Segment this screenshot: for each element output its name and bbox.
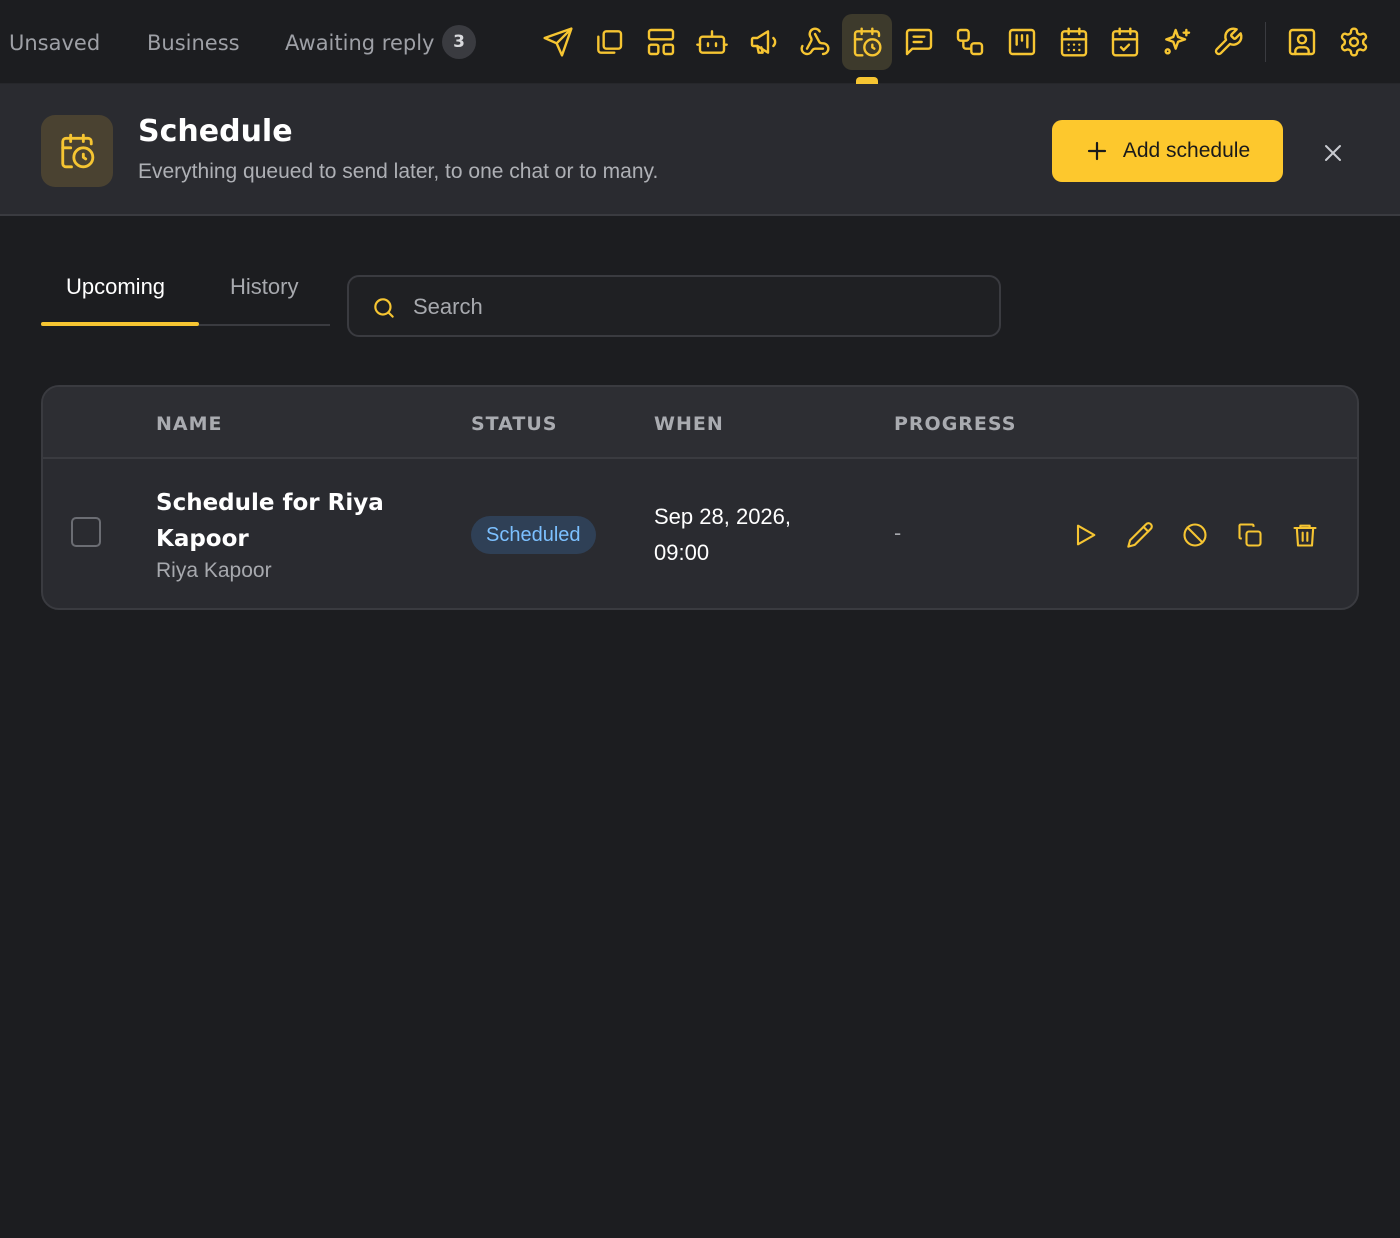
column-header-status[interactable]: STATUS (471, 413, 557, 435)
tab-business[interactable]: Business (147, 30, 240, 56)
delete-button[interactable] (1289, 519, 1321, 551)
workflow-icon[interactable] (945, 17, 995, 67)
page-header: Schedule Everything queued to send later… (0, 84, 1400, 216)
add-schedule-button[interactable]: Add schedule (1052, 120, 1283, 182)
toolbar-divider (1265, 22, 1266, 62)
layout-icon[interactable] (636, 17, 686, 67)
schedule-tabs: Upcoming History (41, 262, 330, 326)
search-icon (374, 298, 394, 318)
duplicate-button[interactable] (1234, 519, 1266, 551)
calendar-grid-icon[interactable] (1049, 17, 1099, 67)
search-input[interactable] (413, 289, 973, 325)
copy-icon[interactable] (584, 17, 634, 67)
calendar-check-icon[interactable] (1100, 17, 1150, 67)
megaphone-icon[interactable] (739, 17, 789, 67)
schedule-recipient: Riya Kapoor (156, 559, 272, 582)
wrench-icon[interactable] (1203, 17, 1253, 67)
webhook-icon[interactable] (790, 17, 840, 67)
schedule-table: NAME STATUS WHEN PROGRESS Schedule for R… (41, 385, 1359, 610)
column-header-progress[interactable]: PROGRESS (894, 413, 1016, 435)
column-header-name[interactable]: NAME (156, 413, 223, 435)
bot-icon[interactable] (687, 17, 737, 67)
top-navigation-bar: Unsaved Business Awaiting reply 3 (0, 0, 1400, 84)
status-badge: Scheduled (471, 516, 596, 554)
close-icon (1325, 145, 1341, 161)
send-icon[interactable] (533, 17, 583, 67)
run-now-button[interactable] (1069, 519, 1101, 551)
plus-icon (1087, 141, 1106, 161)
add-schedule-label: Add schedule (1122, 139, 1251, 162)
duplicate-icon (1238, 523, 1262, 547)
row-select-checkbox[interactable] (71, 517, 101, 547)
trash-icon (1293, 524, 1317, 547)
tab-upcoming[interactable]: Upcoming (66, 274, 165, 300)
table-header: NAME STATUS WHEN PROGRESS (43, 387, 1357, 459)
close-button[interactable] (1316, 136, 1350, 170)
active-tab-underline (41, 322, 199, 326)
schedule-progress: - (894, 521, 902, 545)
sparkles-icon[interactable] (1152, 17, 1202, 67)
edit-button[interactable] (1124, 519, 1156, 551)
calendar-clock-icon (41, 115, 113, 187)
cancel-schedule-button[interactable] (1179, 519, 1211, 551)
schedule-name[interactable]: Schedule for Riya Kapoor (156, 485, 406, 557)
tab-history[interactable]: History (230, 274, 298, 300)
page-subtitle: Everything queued to send later, to one … (138, 160, 659, 183)
tab-unsaved[interactable]: Unsaved (9, 30, 100, 56)
schedule-when: Sep 28, 2026, 09:00 (654, 504, 792, 565)
active-tab-indicator (856, 77, 878, 84)
message-square-icon[interactable] (894, 17, 944, 67)
search-box (347, 275, 1001, 337)
awaiting-reply-count-badge: 3 (442, 25, 476, 59)
table-row[interactable]: Schedule for Riya Kapoor Riya Kapoor Sch… (43, 461, 1357, 608)
contact-icon[interactable] (1277, 17, 1327, 67)
pencil-icon (1127, 522, 1153, 548)
play-icon (1076, 524, 1096, 546)
tab-awaiting-reply[interactable]: Awaiting reply (285, 30, 434, 56)
kanban-icon[interactable] (997, 17, 1047, 67)
settings-icon[interactable] (1329, 17, 1379, 67)
ban-icon (1183, 523, 1207, 547)
page-title: Schedule (138, 114, 293, 149)
calendar-clock-icon[interactable] (842, 14, 892, 70)
column-header-when[interactable]: WHEN (654, 413, 724, 435)
